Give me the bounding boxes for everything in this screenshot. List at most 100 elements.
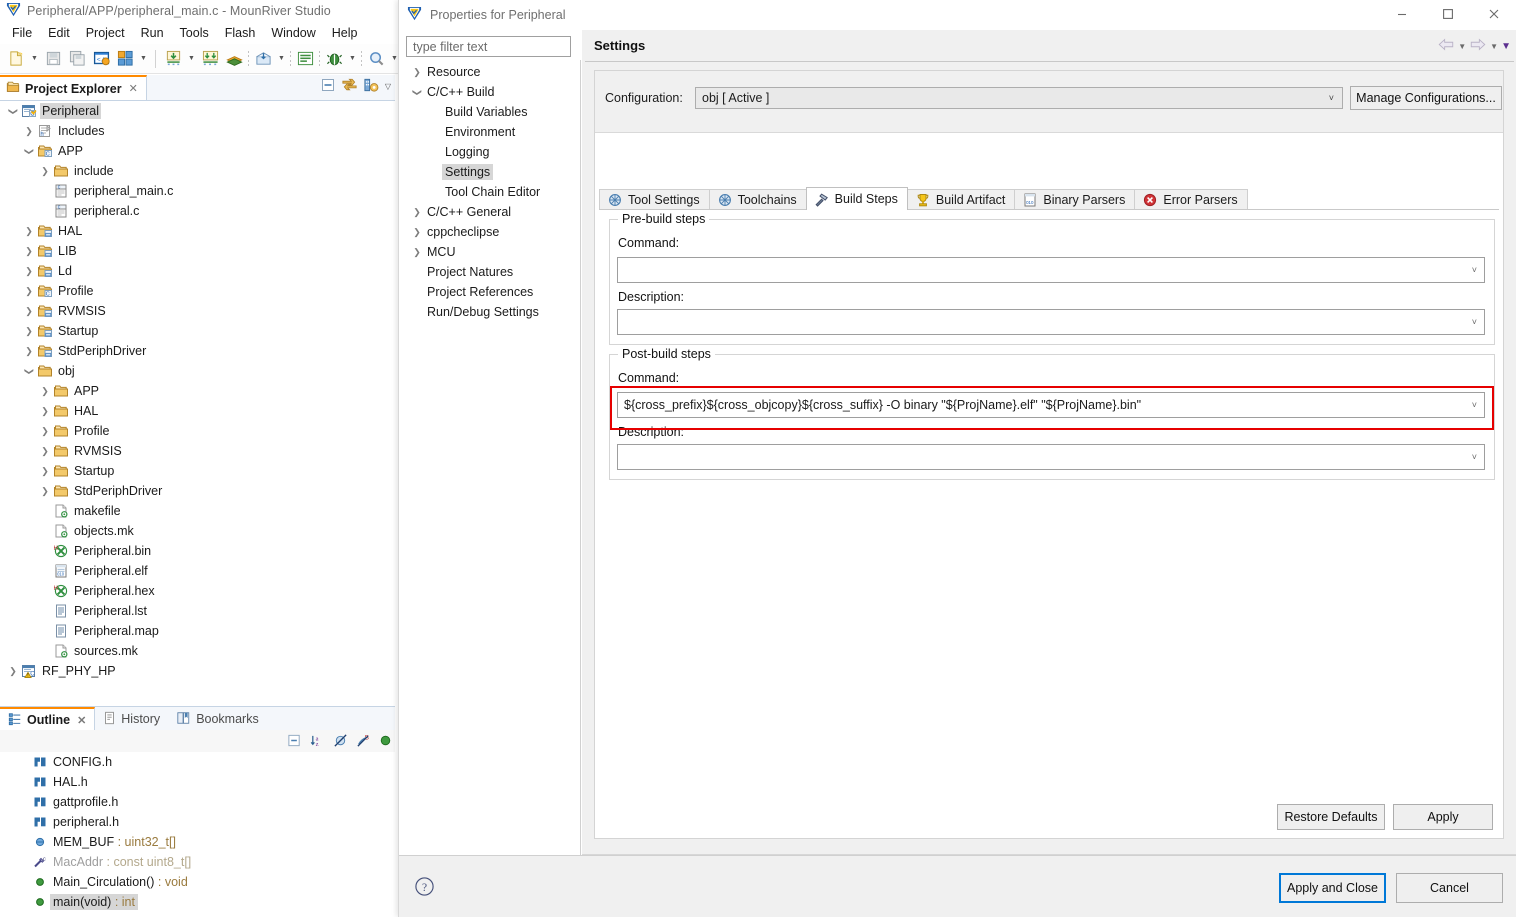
build-dropdown-icon[interactable]: ▼ xyxy=(138,48,149,70)
project-tree-item[interactable]: sources.mk xyxy=(0,641,395,661)
settings-tab-binary-parsers[interactable]: 010Binary Parsers xyxy=(1014,189,1135,210)
forward-arrow-icon[interactable] xyxy=(1469,37,1487,55)
manage-configurations-button[interactable]: Manage Configurations... xyxy=(1350,86,1502,110)
outline-tool-buttons[interactable]: a z S xyxy=(287,733,392,751)
settings-nav-item[interactable]: ❯MCU xyxy=(399,242,580,262)
chevron-down-icon[interactable]: ˅ xyxy=(1472,400,1477,410)
chevron-right-icon[interactable]: ❯ xyxy=(6,667,20,676)
outline-list-item[interactable]: cMacAddr : const uint8_t[] xyxy=(0,852,395,872)
settings-nav-item[interactable]: Logging xyxy=(399,142,580,162)
chevron-right-icon[interactable]: ❯ xyxy=(38,487,52,496)
menu-edit[interactable]: Edit xyxy=(40,24,78,42)
chevron-down-icon[interactable]: ˅ xyxy=(1472,452,1477,462)
hide-static-icon[interactable]: S xyxy=(356,733,371,751)
project-tree-item[interactable]: ❯RVMSIS xyxy=(0,301,395,321)
tab-outline[interactable]: Outline ✕ xyxy=(0,707,95,731)
chevron-right-icon[interactable]: ❯ xyxy=(22,267,36,276)
outline-close-icon[interactable]: ✕ xyxy=(77,714,86,727)
settings-nav-item[interactable]: Run/Debug Settings xyxy=(399,302,580,322)
pre-build-description-input[interactable]: ˅ xyxy=(617,309,1485,335)
console-icon[interactable] xyxy=(294,48,316,70)
project-tree-item[interactable]: makefile xyxy=(0,501,395,521)
project-tree-item[interactable]: ❯RVMSIS xyxy=(0,441,395,461)
hide-fields-icon[interactable] xyxy=(333,733,348,751)
download-dropdown-icon[interactable]: ▼ xyxy=(186,48,197,70)
settings-nav-item[interactable]: Settings xyxy=(399,162,580,182)
settings-nav-item[interactable]: Environment xyxy=(399,122,580,142)
project-tree-item[interactable]: ❯CAPP xyxy=(0,141,395,161)
project-tree-item[interactable]: ❯Startup xyxy=(0,461,395,481)
sort-alphabetical-icon[interactable]: a z xyxy=(310,733,325,751)
collapse-all-icon[interactable] xyxy=(320,77,336,96)
menu-tools[interactable]: Tools xyxy=(172,24,217,42)
apply-and-close-button[interactable]: Apply and Close xyxy=(1279,873,1386,903)
chevron-right-icon[interactable]: ❯ xyxy=(22,327,36,336)
chevron-right-icon[interactable]: ❯ xyxy=(410,248,424,257)
menu-flash[interactable]: Flash xyxy=(217,24,264,42)
project-tree-item[interactable]: ❯CProfile xyxy=(0,281,395,301)
apply-button[interactable]: Apply xyxy=(1393,804,1493,830)
project-tree-item[interactable]: 010Peripheral.elf xyxy=(0,561,395,581)
outline-list-item[interactable]: MEM_BUF : uint32_t[] xyxy=(0,832,395,852)
menu-window[interactable]: Window xyxy=(263,24,323,42)
project-tree-item[interactable]: ❯Startup xyxy=(0,321,395,341)
back-dropdown-icon[interactable]: ▼ xyxy=(1458,42,1466,51)
project-tree-item[interactable]: ❯Profile xyxy=(0,421,395,441)
outline-list-item[interactable]: peripheral.h xyxy=(0,812,395,832)
settings-nav-item[interactable]: ❯Resource xyxy=(399,62,580,82)
chevron-right-icon[interactable]: ❯ xyxy=(410,228,424,237)
outline-list-item[interactable]: CONFIG.h xyxy=(0,752,395,772)
project-tree-item[interactable]: ❯include xyxy=(0,161,395,181)
settings-nav-item[interactable]: ❯cppcheclipse xyxy=(399,222,580,242)
menu-run[interactable]: Run xyxy=(133,24,172,42)
project-tree[interactable]: ❯CPeripheral❯hIncludes❯CAPP❯includecperi… xyxy=(0,101,395,705)
cancel-button[interactable]: Cancel xyxy=(1396,873,1503,903)
view-menu-chevron-icon[interactable]: ▽ xyxy=(385,82,391,91)
chevron-right-icon[interactable]: ❯ xyxy=(22,307,36,316)
ide-menu-bar[interactable]: File Edit Project Run Tools Flash Window… xyxy=(0,22,400,43)
pane-nav-buttons[interactable]: ▼ ▼ ▼ xyxy=(1437,37,1511,55)
collapse-all-outline-icon[interactable] xyxy=(287,733,302,751)
menu-project[interactable]: Project xyxy=(78,24,133,42)
filter-input[interactable] xyxy=(411,39,566,55)
project-tree-item[interactable]: cperipheral_main.c xyxy=(0,181,395,201)
settings-tab-toolchains[interactable]: Toolchains xyxy=(709,189,807,210)
settings-nav-tree[interactable]: ❯Resource❯C/C++ BuildBuild VariablesEnvi… xyxy=(399,62,580,855)
footer-button-row[interactable]: Apply and Close Cancel xyxy=(1279,873,1503,903)
chevron-right-icon[interactable]: ❯ xyxy=(22,287,36,296)
settings-nav-item[interactable]: Project Natures xyxy=(399,262,580,282)
outline-list-item[interactable]: HAL.h xyxy=(0,772,395,792)
close-button[interactable] xyxy=(1471,0,1516,30)
debug-bug-icon[interactable] xyxy=(323,48,345,70)
settings-tab-tool-settings[interactable]: Tool Settings xyxy=(599,189,710,210)
chevron-right-icon[interactable]: ❯ xyxy=(38,447,52,456)
tab-history[interactable]: History xyxy=(95,707,168,731)
chevron-right-icon[interactable]: ❯ xyxy=(38,407,52,416)
minimize-button[interactable] xyxy=(1379,0,1425,30)
chevron-down-icon[interactable]: ❯ xyxy=(6,107,20,116)
chevron-right-icon[interactable]: ❯ xyxy=(22,347,36,356)
build-configure-icon[interactable]: </> xyxy=(90,48,112,70)
project-tree-item[interactable]: ❯StdPeriphDriver xyxy=(0,481,395,501)
project-explorer-close-icon[interactable]: ✕ xyxy=(129,82,138,95)
link-with-editor-icon[interactable] xyxy=(341,77,358,96)
settings-nav-item[interactable]: Project References xyxy=(399,282,580,302)
project-tree-item[interactable]: objects.mk xyxy=(0,521,395,541)
project-tree-item[interactable]: ❯LIB xyxy=(0,241,395,261)
settings-tab-error-parsers[interactable]: Error Parsers xyxy=(1134,189,1247,210)
project-explorer-view-toolbar[interactable]: ▽ xyxy=(320,77,391,96)
settings-nav-item[interactable]: Build Variables xyxy=(399,102,580,122)
restore-defaults-button[interactable]: Restore Defaults xyxy=(1277,804,1385,830)
project-tree-item[interactable]: Peripheral.lst xyxy=(0,601,395,621)
project-tree-item[interactable]: ❯C!RF_PHY_HP xyxy=(0,661,395,681)
new-file-icon[interactable] xyxy=(5,48,27,70)
project-tree-item[interactable]: ❯Ld xyxy=(0,261,395,281)
project-tree-item[interactable]: ❯HAL xyxy=(0,221,395,241)
filter-text-field[interactable] xyxy=(406,36,571,57)
chevron-right-icon[interactable]: ❯ xyxy=(38,467,52,476)
chevron-down-icon[interactable]: ❯ xyxy=(410,88,424,97)
chevron-right-icon[interactable]: ❯ xyxy=(38,167,52,176)
settings-tab-build-artifact[interactable]: Build Artifact xyxy=(907,189,1015,210)
chevron-down-icon[interactable]: ˅ xyxy=(1472,265,1477,275)
ide-toolbar[interactable]: ▼ </> xyxy=(0,44,400,74)
